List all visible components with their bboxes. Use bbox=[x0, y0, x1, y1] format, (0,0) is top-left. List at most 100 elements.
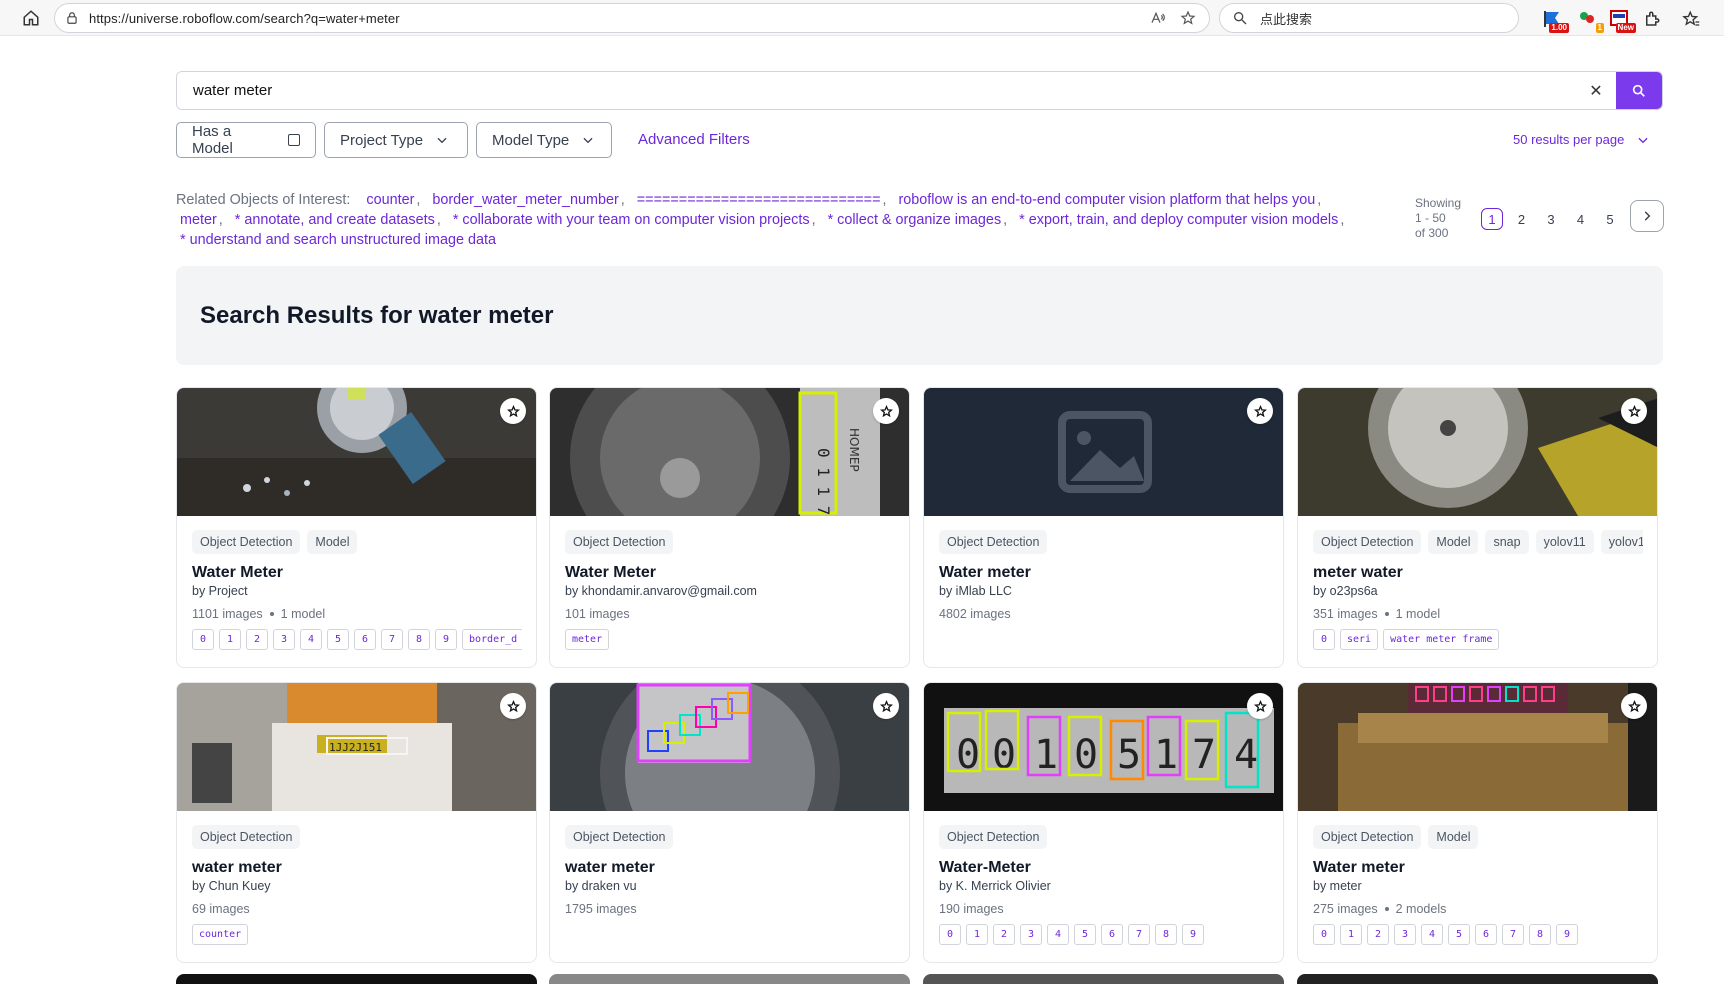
related-tag[interactable]: * understand and search unstructured ima… bbox=[180, 232, 496, 248]
model-type-dropdown[interactable]: Model Type bbox=[476, 122, 612, 158]
card-thumbnail[interactable] bbox=[1298, 388, 1657, 516]
class-chip[interactable]: 7 bbox=[1128, 924, 1150, 945]
browser-search-box[interactable]: 点此搜索 bbox=[1219, 3, 1519, 33]
related-tag[interactable]: * annotate, and create datasets bbox=[235, 212, 435, 228]
star-icon[interactable] bbox=[1621, 398, 1647, 424]
class-chip[interactable]: 6 bbox=[1101, 924, 1123, 945]
project-card[interactable]: Object DetectionModelsnapyolov11yolov11 … bbox=[1297, 387, 1658, 668]
class-chip[interactable]: 1 bbox=[966, 924, 988, 945]
search-input[interactable] bbox=[177, 72, 1576, 109]
favorite-star-icon[interactable] bbox=[1177, 7, 1199, 29]
has-model-filter[interactable]: Has a Model bbox=[176, 122, 316, 158]
star-icon[interactable] bbox=[500, 693, 526, 719]
class-chip[interactable]: 4 bbox=[1047, 924, 1069, 945]
related-tag[interactable]: * collaborate with your team on computer… bbox=[453, 212, 810, 228]
class-chip[interactable]: 5 bbox=[1448, 924, 1470, 945]
page-button-5[interactable]: 5 bbox=[1599, 208, 1621, 230]
address-bar[interactable]: https://universe.roboflow.com/search?q=w… bbox=[54, 3, 1210, 33]
class-chip[interactable]: counter bbox=[192, 924, 249, 945]
class-chip[interactable]: 3 bbox=[273, 629, 295, 650]
clear-search-button[interactable]: ✕ bbox=[1576, 72, 1616, 109]
card-thumbnail[interactable] bbox=[177, 388, 536, 516]
project-card[interactable]: Object Detection Model Water meter by met… bbox=[1297, 682, 1658, 963]
class-chip[interactable]: 8 bbox=[1529, 924, 1551, 945]
results-per-page-dropdown[interactable]: 50 results per page bbox=[1513, 132, 1650, 147]
class-chip[interactable]: 1 bbox=[1340, 924, 1362, 945]
star-icon[interactable] bbox=[500, 398, 526, 424]
class-chip[interactable]: 7 bbox=[381, 629, 403, 650]
page-button-4[interactable]: 4 bbox=[1570, 208, 1592, 230]
related-tag[interactable]: border_water_meter_number bbox=[432, 192, 618, 208]
card-title[interactable]: meter water bbox=[1313, 564, 1403, 582]
class-chip[interactable]: meter bbox=[565, 629, 610, 650]
class-chip[interactable]: water meter frame bbox=[1383, 629, 1500, 650]
class-chip[interactable]: 5 bbox=[1074, 924, 1096, 945]
card-title[interactable]: water meter bbox=[192, 859, 282, 877]
extension-people-icon[interactable]: 1 bbox=[1576, 8, 1604, 33]
project-card[interactable]: 1JJ2J151 Object Detection water meter by… bbox=[176, 682, 537, 963]
class-chip[interactable]: 0 bbox=[1313, 924, 1335, 945]
star-icon[interactable] bbox=[873, 693, 899, 719]
star-icon[interactable] bbox=[873, 398, 899, 424]
extensions-puzzle-icon[interactable] bbox=[1641, 8, 1663, 30]
class-chip[interactable]: 3 bbox=[1394, 924, 1416, 945]
related-tag[interactable]: * collect & organize images bbox=[828, 212, 1002, 228]
project-card[interactable]: 0 1 1 7 6 НОМЕР Object Detection Water Me… bbox=[549, 387, 910, 668]
related-tag[interactable]: ============================= bbox=[637, 192, 881, 208]
star-icon[interactable] bbox=[1621, 693, 1647, 719]
url-text[interactable]: https://universe.roboflow.com/search?q=w… bbox=[89, 11, 1139, 26]
class-chip[interactable]: 2 bbox=[246, 629, 268, 650]
card-thumbnail[interactable]: 0 1 1 7 6 НОМЕР bbox=[550, 388, 909, 516]
class-chip[interactable]: 7 bbox=[1502, 924, 1524, 945]
class-chip[interactable]: 8 bbox=[408, 629, 430, 650]
card-peek[interactable] bbox=[1297, 974, 1658, 984]
card-peek[interactable] bbox=[923, 974, 1284, 984]
class-chip[interactable]: 3 bbox=[1020, 924, 1042, 945]
card-title[interactable]: Water meter bbox=[1313, 859, 1405, 877]
card-peek[interactable] bbox=[176, 974, 537, 984]
card-thumbnail[interactable] bbox=[550, 683, 909, 811]
project-card[interactable]: Object Detection water meter by draken v… bbox=[549, 682, 910, 963]
card-author[interactable]: by iMlab LLC bbox=[939, 584, 1012, 598]
class-chip[interactable]: 6 bbox=[1475, 924, 1497, 945]
class-chip[interactable]: 2 bbox=[993, 924, 1015, 945]
has-model-checkbox[interactable] bbox=[288, 134, 300, 146]
card-thumbnail[interactable]: 00105174 bbox=[924, 683, 1283, 811]
related-tag[interactable]: * export, train, and deploy computer vis… bbox=[1019, 212, 1338, 228]
page-button-3[interactable]: 3 bbox=[1540, 208, 1562, 230]
card-title[interactable]: Water-Meter bbox=[939, 859, 1031, 877]
page-button-2[interactable]: 2 bbox=[1511, 208, 1533, 230]
advanced-filters-link[interactable]: Advanced Filters bbox=[638, 131, 750, 148]
class-chip[interactable]: border_d bbox=[462, 629, 522, 650]
class-chip[interactable]: 8 bbox=[1155, 924, 1177, 945]
class-chip[interactable]: 4 bbox=[300, 629, 322, 650]
card-author[interactable]: by meter bbox=[1313, 879, 1362, 893]
class-chip[interactable]: 2 bbox=[1367, 924, 1389, 945]
favorites-icon[interactable] bbox=[1680, 8, 1702, 30]
class-chip[interactable]: seri bbox=[1340, 629, 1379, 650]
related-tag[interactable]: counter bbox=[366, 192, 414, 208]
card-title[interactable]: Water meter bbox=[939, 564, 1031, 582]
related-tag[interactable]: meter bbox=[180, 212, 217, 228]
card-author[interactable]: by khondamir.anvarov@gmail.com bbox=[565, 584, 757, 598]
card-author[interactable]: by K. Merrick Olivier bbox=[939, 879, 1051, 893]
project-type-dropdown[interactable]: Project Type bbox=[324, 122, 468, 158]
project-card[interactable]: 00105174 Object Detection Water-Meter by… bbox=[923, 682, 1284, 963]
card-peek[interactable] bbox=[549, 974, 910, 984]
star-icon[interactable] bbox=[1247, 693, 1273, 719]
project-card[interactable]: Object Detection Water meter by iMlab LL… bbox=[923, 387, 1284, 668]
search-submit-button[interactable] bbox=[1616, 72, 1662, 109]
next-page-button[interactable] bbox=[1630, 200, 1664, 232]
card-thumbnail[interactable] bbox=[924, 388, 1283, 516]
related-tag[interactable]: roboflow is an end-to-end computer visio… bbox=[898, 192, 1315, 208]
class-chip[interactable]: 1 bbox=[219, 629, 241, 650]
class-chip[interactable]: 6 bbox=[354, 629, 376, 650]
read-aloud-icon[interactable] bbox=[1147, 7, 1169, 29]
extension-flag-icon[interactable]: 1.00 bbox=[1541, 8, 1569, 33]
card-thumbnail[interactable]: 1JJ2J151 bbox=[177, 683, 536, 811]
card-thumbnail[interactable] bbox=[1298, 683, 1657, 811]
star-icon[interactable] bbox=[1247, 398, 1273, 424]
card-author[interactable]: by Project bbox=[192, 584, 248, 598]
class-chip[interactable]: 0 bbox=[1313, 629, 1335, 650]
card-title[interactable]: Water Meter bbox=[192, 564, 283, 582]
